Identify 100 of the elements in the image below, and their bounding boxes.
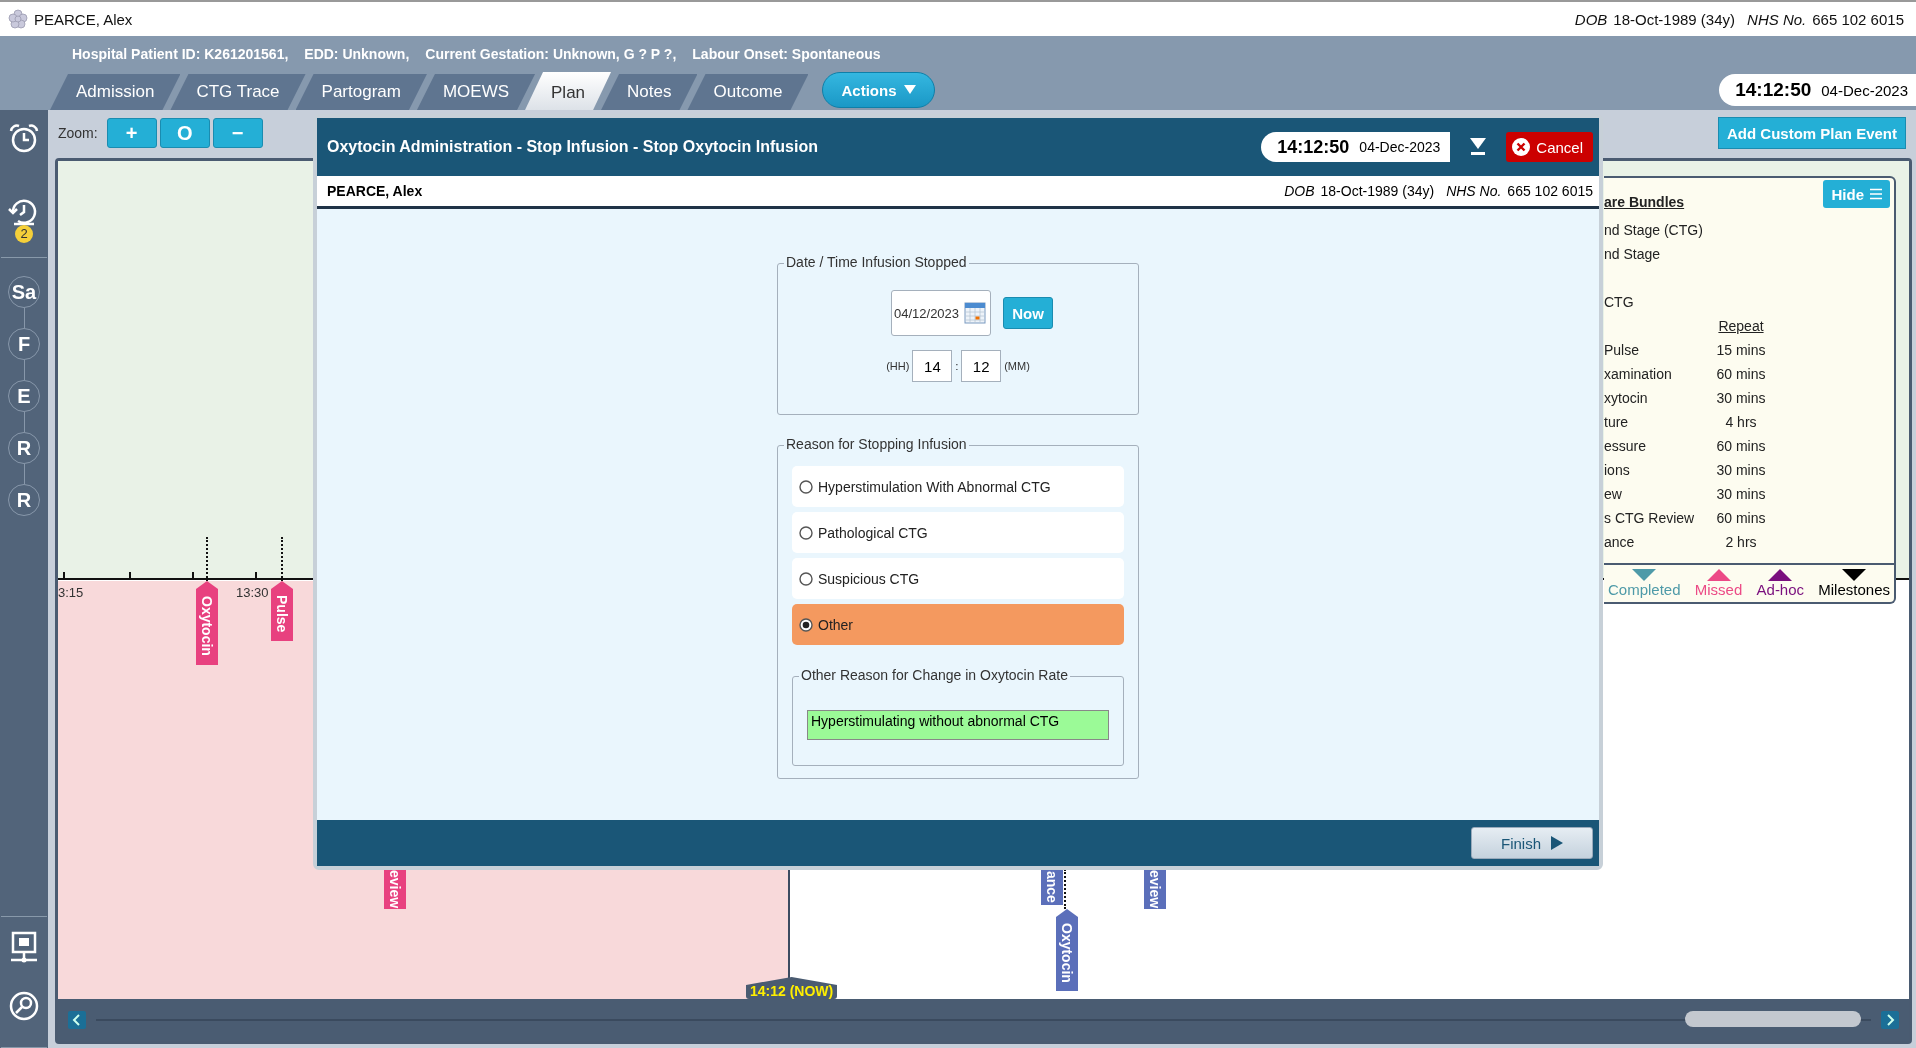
actions-button[interactable]: Actions (822, 72, 936, 108)
tab[interactable]: Plan (525, 72, 612, 110)
group-legend: Reason for Stopping Infusion (784, 436, 969, 452)
bundle-item: xamination (1604, 365, 1673, 384)
count-badge: 2 (15, 225, 33, 243)
radio-icon (799, 479, 813, 494)
legend-label: Completed (1608, 581, 1681, 598)
patient-info-text: Hospital Patient ID: K261201561, (72, 46, 289, 64)
dialog-title: Oxytocin Administration - Stop Infusion - Stop Oxytocin Infusion (327, 138, 818, 156)
tab[interactable]: Partogram (295, 74, 427, 110)
nhs-value: 665 102 6015 (1812, 10, 1904, 28)
radio-option[interactable]: Other (792, 604, 1124, 645)
repeat-heading: Repeat (1717, 317, 1765, 336)
event-marker[interactable]: Pulse (271, 581, 293, 641)
dob-label: DOB (1284, 183, 1315, 199)
date-field[interactable]: 04/12/2023 (891, 290, 991, 336)
down-to-bar-icon[interactable] (1470, 138, 1487, 156)
repeat-interval: 30 mins (1715, 461, 1767, 480)
patient-name: PEARCE, Alex (327, 183, 423, 199)
dob-value: 18-Oct-1989 (34y) (1320, 183, 1435, 199)
bundle-item: Pulse (1604, 341, 1641, 360)
scroll-left-icon[interactable] (68, 1011, 86, 1029)
repeat-interval: 4 hrs (1724, 413, 1758, 432)
event-marker[interactable]: ance (1041, 869, 1063, 905)
zoom-label: Zoom: (58, 125, 98, 141)
group-legend: Other Reason for Change in Oxytocin Rate (799, 667, 1070, 683)
radio-option[interactable]: Pathological CTG (792, 512, 1124, 553)
patient-info-text: Labour Onset: Spontaneous (692, 46, 881, 64)
dob-value: 18-Oct-1989 (34y) (1613, 10, 1736, 28)
radio-icon (799, 525, 813, 540)
minutes-label: (MM) (1004, 360, 1030, 372)
radio-icon (799, 571, 813, 586)
scroll-bar[interactable] (58, 999, 1909, 1041)
legend-label: Milestones (1818, 581, 1890, 598)
hide-button[interactable]: Hide (1823, 180, 1890, 208)
zoom-button[interactable]: − (212, 118, 263, 148)
repeat-interval: 60 mins (1715, 365, 1767, 384)
tab[interactable]: Admission (50, 74, 181, 110)
cancel-button[interactable]: Cancel (1506, 132, 1593, 162)
scroll-right-icon[interactable] (1881, 1011, 1899, 1029)
repeat-interval: 60 mins (1715, 437, 1767, 456)
close-icon (1512, 138, 1531, 156)
other-reason-field[interactable]: Hyperstimulating without abnormal CTG (807, 710, 1109, 740)
legend-label: Missed (1694, 581, 1743, 598)
axis-label: 13:30 (236, 585, 269, 600)
repeat-interval: 30 mins (1715, 389, 1767, 408)
search-icon[interactable] (8, 989, 40, 1023)
add-custom-plan-event-button[interactable]: Add Custom Plan Event (1717, 117, 1906, 149)
flower-icon (8, 9, 28, 29)
patient-name: PEARCE, Alex (34, 10, 133, 28)
network-monitor-icon[interactable] (8, 931, 40, 965)
nhs-label: NHS No. (1446, 183, 1502, 199)
play-icon (1551, 836, 1563, 850)
clock-display: 14:12:50 04-Dec-2023 (1719, 74, 1916, 106)
event-marker[interactable]: Oxytocin (196, 581, 218, 665)
repeat-interval: 60 mins (1715, 509, 1767, 528)
caret-icon (904, 85, 917, 95)
clock-display: 14:12:50 04-Dec-2023 (1261, 132, 1451, 162)
bundle-name: CTG (1604, 293, 1635, 312)
now-button[interactable]: Now (1003, 297, 1053, 329)
tab[interactable]: Outcome (687, 74, 809, 110)
bundle-name: nd Stage (1604, 245, 1662, 264)
bundle-item: ture (1604, 413, 1630, 432)
event-marker[interactable]: Oxytocin (1056, 909, 1078, 991)
repeat-interval: 2 hrs (1724, 533, 1758, 552)
zoom-button[interactable]: + (106, 118, 157, 148)
nhs-label: NHS No. (1747, 10, 1807, 28)
event-marker[interactable]: eview (384, 869, 406, 909)
tab[interactable]: Notes (601, 74, 698, 110)
care-bundles-title: are Bundles (1604, 194, 1685, 210)
time-separator: : (955, 360, 959, 372)
bundle-item: ew (1604, 485, 1623, 504)
bundle-item: s CTG Review (1604, 509, 1696, 528)
bundle-item: essure (1604, 437, 1648, 456)
group-legend: Date / Time Infusion Stopped (784, 254, 969, 270)
legend-label: Ad-hoc (1756, 581, 1805, 598)
radio-option[interactable]: Hyperstimulation With Abnormal CTG (792, 466, 1124, 507)
bundle-name: nd Stage (CTG) (1604, 221, 1704, 240)
tab[interactable]: CTG Trace (170, 74, 306, 110)
bundle-item: ance (1604, 533, 1636, 552)
radio-option[interactable]: Suspicious CTG (792, 558, 1124, 599)
alarm-clock-icon[interactable] (8, 122, 40, 154)
dob-label: DOB (1574, 10, 1608, 28)
hours-label: (HH) (886, 360, 910, 372)
calendar-icon[interactable] (964, 302, 986, 324)
patient-info-text: Current Gestation: Unknown, G ? P ?, (425, 46, 677, 64)
tab[interactable]: MOEWS (416, 74, 536, 110)
menu-icon (1870, 188, 1882, 200)
repeat-interval: 30 mins (1715, 485, 1767, 504)
hours-field[interactable]: 14 (912, 350, 953, 382)
zoom-button[interactable]: O (159, 118, 210, 148)
minutes-field[interactable]: 12 (961, 350, 1002, 382)
event-marker[interactable]: eview (1144, 869, 1166, 909)
bundle-item: ions (1604, 461, 1631, 480)
radio-icon (799, 617, 813, 632)
nhs-value: 665 102 6015 (1507, 183, 1593, 199)
finish-button[interactable]: Finish (1471, 827, 1593, 859)
bundle-item: xytocin (1604, 389, 1649, 408)
patient-info-text: EDD: Unknown, (304, 46, 410, 64)
axis-label: 3:15 (58, 585, 84, 600)
